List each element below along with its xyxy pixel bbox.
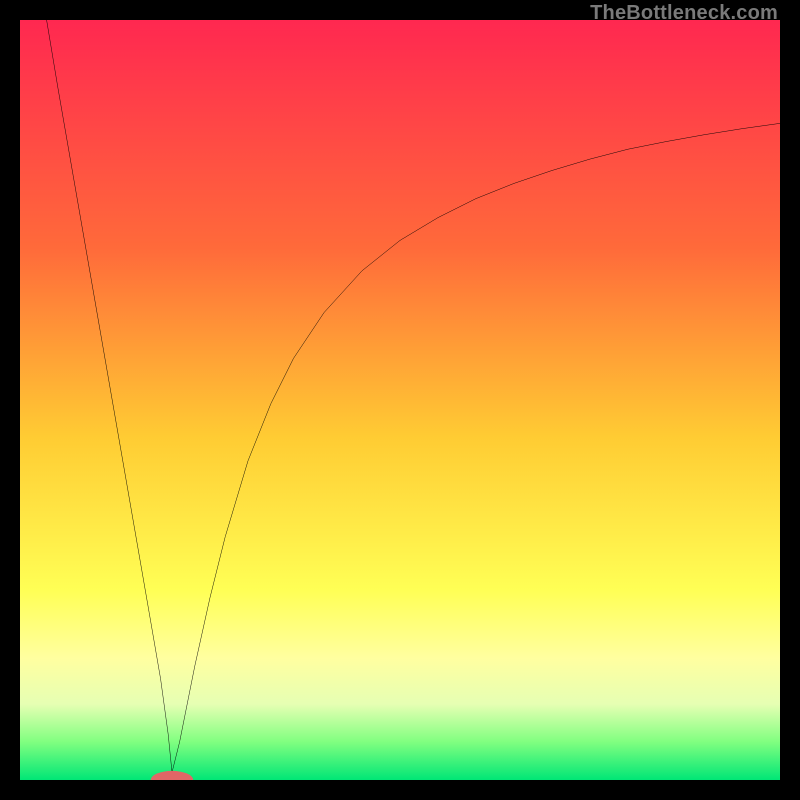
chart-background <box>20 20 780 780</box>
watermark-text: TheBottleneck.com <box>590 2 778 25</box>
chart-frame: TheBottleneck.com <box>0 0 800 800</box>
bottleneck-chart <box>20 20 780 780</box>
